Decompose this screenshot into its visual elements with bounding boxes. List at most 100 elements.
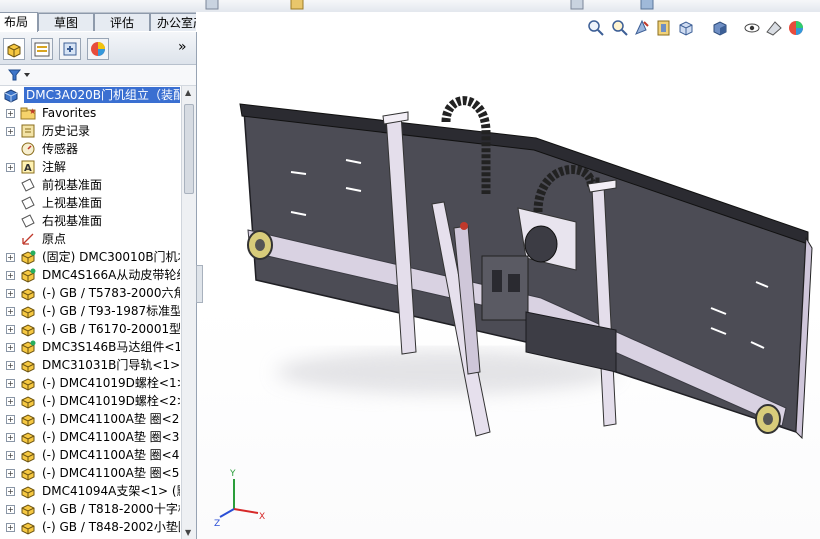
toolbar-icon-3[interactable] xyxy=(570,0,584,10)
svg-text:★: ★ xyxy=(29,107,36,116)
history-icon xyxy=(21,124,35,138)
tree-item[interactable]: 前视基准面 xyxy=(0,176,180,194)
plane-icon xyxy=(21,196,35,210)
expand-toggle-icon[interactable]: + xyxy=(6,487,15,496)
tree-item[interactable]: + (-) GB / T848-2002小垫圈 xyxy=(0,518,180,536)
tree-item[interactable]: + A 注解 xyxy=(0,158,180,176)
expand-toggle-icon[interactable]: + xyxy=(6,379,15,388)
folder-star-icon: ★ xyxy=(20,107,36,120)
right-pulley xyxy=(755,404,781,434)
tree-item-label: 右视基准面 xyxy=(42,214,103,228)
property-manager-icon[interactable] xyxy=(31,38,53,60)
x-axis-icon xyxy=(233,508,259,514)
toolbar-icon-4[interactable] xyxy=(640,0,654,10)
expand-toggle-icon[interactable]: + xyxy=(6,325,15,334)
tree-item-label: DMC4S166A从动皮带轮组 xyxy=(42,268,180,282)
tree-item-label: 传感器 xyxy=(42,142,79,156)
subassembly-icon xyxy=(21,268,36,283)
svg-text:Z: Z xyxy=(214,519,220,529)
origin-icon xyxy=(22,233,34,245)
part-icon xyxy=(21,378,35,391)
expand-toggle-icon[interactable]: + xyxy=(6,451,15,460)
tab-sketch[interactable]: 草图 xyxy=(38,13,94,31)
tree-item[interactable]: + (-) DMC41019D螺栓<1> xyxy=(0,374,180,392)
expand-toggle-icon[interactable]: + xyxy=(6,397,15,406)
tree-root-assembly[interactable]: DMC3A020B门机组立（装配 xyxy=(0,86,180,104)
part-icon xyxy=(21,360,35,373)
tree-item[interactable]: + (-) GB / T5783-2000六角 xyxy=(0,284,180,302)
scrollbar-thumb[interactable] xyxy=(184,104,194,194)
svg-text:Y: Y xyxy=(229,469,236,479)
display-manager-icon[interactable] xyxy=(87,38,109,60)
graphics-viewport[interactable]: Y X Z xyxy=(196,12,820,539)
tree-item[interactable]: + 历史记录 xyxy=(0,122,180,140)
tab-layout[interactable]: 布局 xyxy=(0,12,38,32)
plane-icon xyxy=(21,178,35,192)
tree-item[interactable]: + (-) DMC41100A垫 圈<3> xyxy=(0,428,180,446)
assembly-icon xyxy=(4,89,18,103)
filter-icon[interactable] xyxy=(8,68,32,82)
tree-item[interactable]: + (-) GB / T6170-20001型六 xyxy=(0,320,180,338)
expand-toggle-icon[interactable]: + xyxy=(6,271,15,280)
expand-toggle-icon[interactable]: + xyxy=(6,469,15,478)
tree-item[interactable]: + (-) DMC41100A垫 圈<5> xyxy=(0,464,180,482)
expand-toggle-icon[interactable]: + xyxy=(6,307,15,316)
expand-toggle-icon[interactable]: + xyxy=(6,289,15,298)
part-icon xyxy=(21,522,35,535)
toolbar-icon-2[interactable] xyxy=(290,0,304,10)
part-icon xyxy=(21,432,35,445)
tree-item[interactable]: + (-) DMC41100A垫 圈<4> xyxy=(0,446,180,464)
tree-item[interactable]: 上视基准面 xyxy=(0,194,180,212)
tab-evaluate[interactable]: 评估 xyxy=(94,13,150,31)
tree-item-label: (-) GB / T818-2000十字槽 xyxy=(42,502,180,516)
tree-item-label: 历史记录 xyxy=(42,124,91,138)
tree-item[interactable]: + ★ Favorites xyxy=(0,104,180,122)
expand-toggle-icon[interactable]: + xyxy=(6,163,15,172)
tree-item[interactable]: + (-) GB / T818-2000十字槽 xyxy=(0,500,180,518)
tree-item[interactable]: + DMC41094A支架<1> (默 xyxy=(0,482,180,500)
config-manager-icon[interactable] xyxy=(59,38,81,60)
tree-item[interactable]: 传感器 xyxy=(0,140,180,158)
assembly-model-view[interactable]: Y X Z xyxy=(196,12,820,539)
expand-toggle-icon[interactable]: + xyxy=(6,505,15,514)
part-icon xyxy=(21,414,35,427)
feature-manager-icon[interactable] xyxy=(3,38,25,60)
toolbar-icon-1[interactable] xyxy=(205,0,219,10)
tree-item[interactable]: 右视基准面 xyxy=(0,212,180,230)
tree-item-label: (-) DMC41100A垫 圈<4> xyxy=(42,448,180,462)
part-icon xyxy=(21,468,35,481)
tree-item[interactable]: + DMC3S146B马达组件<1> xyxy=(0,338,180,356)
plane-icon xyxy=(21,214,35,228)
tree-item-label: 上视基准面 xyxy=(42,196,103,210)
part-icon xyxy=(21,306,35,319)
tree-item[interactable]: + DMC31031B门导轨<1> xyxy=(0,356,180,374)
left-pulley xyxy=(247,230,273,260)
tree-scrollbar[interactable]: ▲ ▼ xyxy=(181,86,196,539)
expand-toggle-icon[interactable]: + xyxy=(6,361,15,370)
tree-item-label: (-) DMC41019D螺栓<1> xyxy=(42,376,180,390)
tree-item[interactable]: + (-) DMC41100A垫 圈<2> xyxy=(0,410,180,428)
panel-expand-icon[interactable]: » xyxy=(178,39,187,55)
scroll-down-icon[interactable]: ▼ xyxy=(185,528,191,537)
expand-toggle-icon[interactable]: + xyxy=(6,415,15,424)
tree-item[interactable]: + (-) GB / T93-1987标准型 xyxy=(0,302,180,320)
tree-item[interactable]: 原点 xyxy=(0,230,180,248)
scroll-up-icon[interactable]: ▲ xyxy=(185,88,191,97)
tree-item[interactable]: + (固定) DMC30010B门机本 xyxy=(0,248,180,266)
expand-toggle-icon[interactable]: + xyxy=(6,433,15,442)
expand-toggle-icon[interactable]: + xyxy=(6,523,15,532)
panel-splitter[interactable] xyxy=(196,265,203,303)
tree-item-label: DMC3A020B门机组立（装配 xyxy=(24,87,180,103)
tree-item[interactable]: + (-) DMC41019D螺栓<2> xyxy=(0,392,180,410)
expand-toggle-icon[interactable]: + xyxy=(6,127,15,136)
tree-item-label: Favorites xyxy=(42,106,97,120)
expand-toggle-icon[interactable]: + xyxy=(6,109,15,118)
expand-toggle-icon[interactable]: + xyxy=(6,253,15,262)
sensor-icon xyxy=(21,142,35,156)
feature-manager-tabs: » xyxy=(0,32,196,65)
expand-toggle-icon[interactable]: + xyxy=(6,343,15,352)
tree-item-label: DMC31031B门导轨<1> xyxy=(42,358,180,372)
part-icon xyxy=(21,324,35,337)
tree-item[interactable]: + DMC4S166A从动皮带轮组 xyxy=(0,266,180,284)
tree-item-label: 原点 xyxy=(42,232,67,246)
